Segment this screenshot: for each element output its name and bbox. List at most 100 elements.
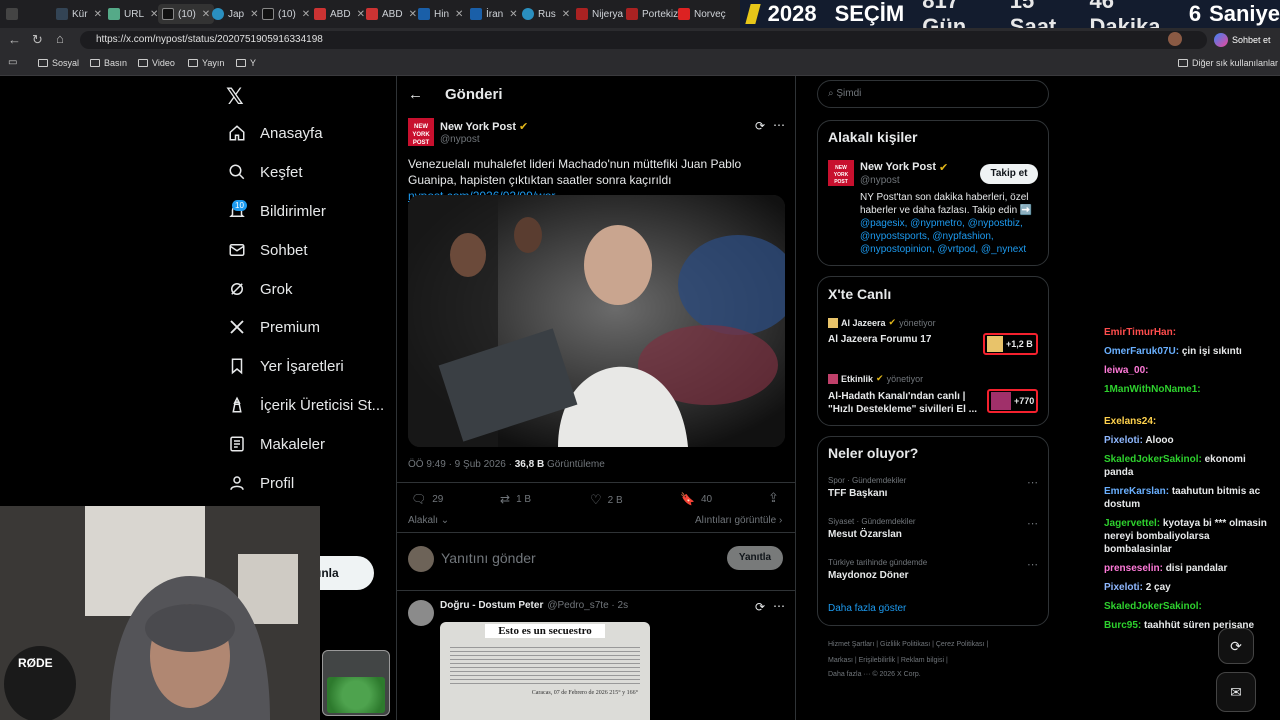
search-icon: ⌕ xyxy=(828,88,834,99)
x-logo[interactable]: 𝕏 xyxy=(226,84,244,110)
close-icon[interactable]: ✕ xyxy=(302,9,310,20)
reply-button[interactable]: Yanıtla xyxy=(727,546,783,570)
related-name[interactable]: New York Post ✔ xyxy=(860,161,948,174)
close-icon[interactable]: ✕ xyxy=(202,9,210,20)
browser-tab[interactable]: ABD ✕ xyxy=(314,4,365,24)
profile-avatar[interactable] xyxy=(1168,32,1182,46)
close-icon[interactable]: ✕ xyxy=(562,9,570,20)
trend-item[interactable]: Spor · Gündemdekiler TFF Başkanı xyxy=(828,476,906,499)
grok-float-button[interactable]: ⟳ xyxy=(1218,628,1254,664)
avatar[interactable]: NEW YORK POST xyxy=(408,118,434,146)
live-host[interactable]: Al Jazeera ✔ yönetiyor xyxy=(828,317,936,328)
more-icon[interactable]: ⋯ xyxy=(1027,558,1038,571)
messages-float-button[interactable]: ✉ xyxy=(1216,672,1256,712)
nav-articles[interactable]: Makaleler xyxy=(228,435,325,453)
author-name[interactable]: New York Post ✔ xyxy=(440,120,528,134)
back-arrow-icon[interactable]: ← xyxy=(408,86,423,103)
avatar[interactable] xyxy=(408,600,434,626)
live-listeners[interactable]: +1,2 B xyxy=(983,333,1038,355)
live-item-title[interactable]: Al-Hadath Kanalı'ndan canlı | "Hızlı Des… xyxy=(828,390,980,416)
address-bar[interactable]: https://x.com/nypost/status/202075190591… xyxy=(80,31,1207,49)
reading-list-icon[interactable]: ▭ xyxy=(8,57,17,68)
trend-item[interactable]: Türkiye tarihinde gündemde Maydonoz Döner xyxy=(828,558,927,581)
browser-tab[interactable]: Norveç xyxy=(678,4,726,24)
browser-tab-active[interactable]: (10) ✕ xyxy=(158,4,215,24)
avatar[interactable] xyxy=(408,546,434,572)
more-icon[interactable]: ⋯ xyxy=(773,118,785,132)
event-thumbnail-icon xyxy=(991,392,1011,410)
live-item-title[interactable]: Al Jazeera Forumu 17 xyxy=(828,334,931,345)
live-host[interactable]: Etkinlik ✔ yönetiyor xyxy=(828,373,923,384)
close-icon[interactable]: ✕ xyxy=(94,9,102,20)
reply-image[interactable]: Esto es un secuestro Caracas, 07 de Febr… xyxy=(440,622,650,720)
more-icon[interactable]: ⋯ xyxy=(773,599,785,613)
nav-bookmarks[interactable]: Yer İşaretleri xyxy=(228,357,344,375)
share-icon[interactable]: ⇪ xyxy=(768,490,779,506)
close-icon[interactable]: ✕ xyxy=(357,9,365,20)
reply-action[interactable]: 🗨 29 xyxy=(411,492,443,506)
chat-button[interactable]: Sohbet et xyxy=(1214,31,1271,49)
tab-label: Portekiz xyxy=(642,8,679,20)
close-icon[interactable]: ✕ xyxy=(509,9,517,20)
other-bookmarks[interactable]: Diğer sık kullanılanlar xyxy=(1178,58,1278,68)
bookmark-folder[interactable]: Y xyxy=(236,58,256,68)
folder-icon xyxy=(90,59,100,67)
post-image[interactable] xyxy=(408,195,785,447)
bookmark-folder[interactable]: Sosyal xyxy=(38,58,79,68)
browser-tab[interactable]: Hin ✕ xyxy=(418,4,463,24)
nav-premium[interactable]: Premium xyxy=(228,318,320,336)
bookmark-action[interactable]: 🔖 40 xyxy=(680,492,712,506)
more-icon[interactable]: ⋯ xyxy=(1027,476,1038,489)
bookmark-icon: 🔖 xyxy=(680,492,695,506)
tab-list-button[interactable] xyxy=(6,4,18,24)
repost-action[interactable]: ⇄ 1 B xyxy=(500,492,531,506)
nav-explore[interactable]: Keşfet xyxy=(228,163,303,181)
nav-grok[interactable]: Grok xyxy=(228,280,293,298)
bookmark-folder[interactable]: Yayın xyxy=(188,58,224,68)
close-icon[interactable]: ✕ xyxy=(455,9,463,20)
bookmark-folder[interactable]: Video xyxy=(138,58,175,68)
related-bio-links[interactable]: @pagesix, @nypmetro, @nypostbiz, @nypost… xyxy=(860,218,1026,255)
sort-dropdown[interactable]: Alakalı ⌄ xyxy=(408,515,449,526)
trend-item[interactable]: Siyaset · Gündemdekiler Mesut Özarslan xyxy=(828,517,916,540)
close-icon[interactable]: ✕ xyxy=(409,9,417,20)
author-handle[interactable]: @nypost xyxy=(440,134,480,145)
show-more-link[interactable]: Daha fazla göster xyxy=(828,603,906,614)
view-quotes-label: Alıntıları görüntüle xyxy=(695,515,777,526)
home-icon[interactable]: ⌂ xyxy=(56,31,64,46)
reload-icon[interactable]: ↻ xyxy=(32,32,43,48)
bookmark-folder[interactable]: Basın xyxy=(90,58,127,68)
reply-author[interactable]: Doğru - Dostum Peter @Pedro_s7te · 2s xyxy=(440,600,628,611)
nav-profile[interactable]: Profil xyxy=(228,474,294,492)
footer-links[interactable]: Markası | Erişilebilirlik | Reklam bilgi… xyxy=(828,657,948,664)
nav-creator-studio[interactable]: İçerik Üreticisi St... xyxy=(228,396,384,414)
grok-icon[interactable]: ⟳ xyxy=(755,119,765,133)
more-icon[interactable]: ⋯ xyxy=(1027,517,1038,530)
back-arrow-icon[interactable]: ← xyxy=(8,32,21,47)
search-input[interactable]: ⌕ Şimdi xyxy=(817,80,1049,108)
browser-tab[interactable]: Portekiz xyxy=(626,4,678,24)
like-action[interactable]: ♡ 2 B xyxy=(590,492,623,508)
live-listeners[interactable]: +770 xyxy=(987,389,1038,413)
browser-tab[interactable]: (10) ✕ xyxy=(262,4,310,24)
reply-handle: @Pedro_s7te · 2s xyxy=(547,600,629,611)
browser-tab[interactable]: URL ✕ xyxy=(108,4,158,24)
close-icon[interactable]: ✕ xyxy=(250,9,258,20)
browser-tab[interactable]: Jap ✕ xyxy=(212,4,259,24)
browser-tab[interactable]: İran ✕ xyxy=(470,4,518,24)
footer-links[interactable]: Hizmet Şartları | Gizlilik Politikası | … xyxy=(828,641,988,648)
browser-tab[interactable]: Rus ✕ xyxy=(522,4,570,24)
grok-icon[interactable]: ⟳ xyxy=(755,600,765,614)
avatar[interactable]: NEW YORK POST xyxy=(828,160,854,186)
footer-links[interactable]: Daha fazla ··· © 2026 X Corp. xyxy=(828,671,921,678)
view-quotes-link[interactable]: Alıntıları görüntüle › xyxy=(695,515,782,526)
nav-chat[interactable]: Sohbet xyxy=(228,241,308,259)
browser-tab[interactable]: ABD ✕ xyxy=(366,4,417,24)
nav-label: Makaleler xyxy=(260,435,326,453)
browser-tab[interactable]: Nijerya xyxy=(576,4,623,24)
banner-seconds: 6 Saniye xyxy=(1189,1,1280,27)
reply-input[interactable]: Yanıtını gönder xyxy=(441,550,536,566)
follow-button[interactable]: Takip et xyxy=(980,164,1038,184)
nav-home[interactable]: Anasayfa xyxy=(228,124,323,142)
browser-tab[interactable]: Kür ✕ xyxy=(56,4,102,24)
